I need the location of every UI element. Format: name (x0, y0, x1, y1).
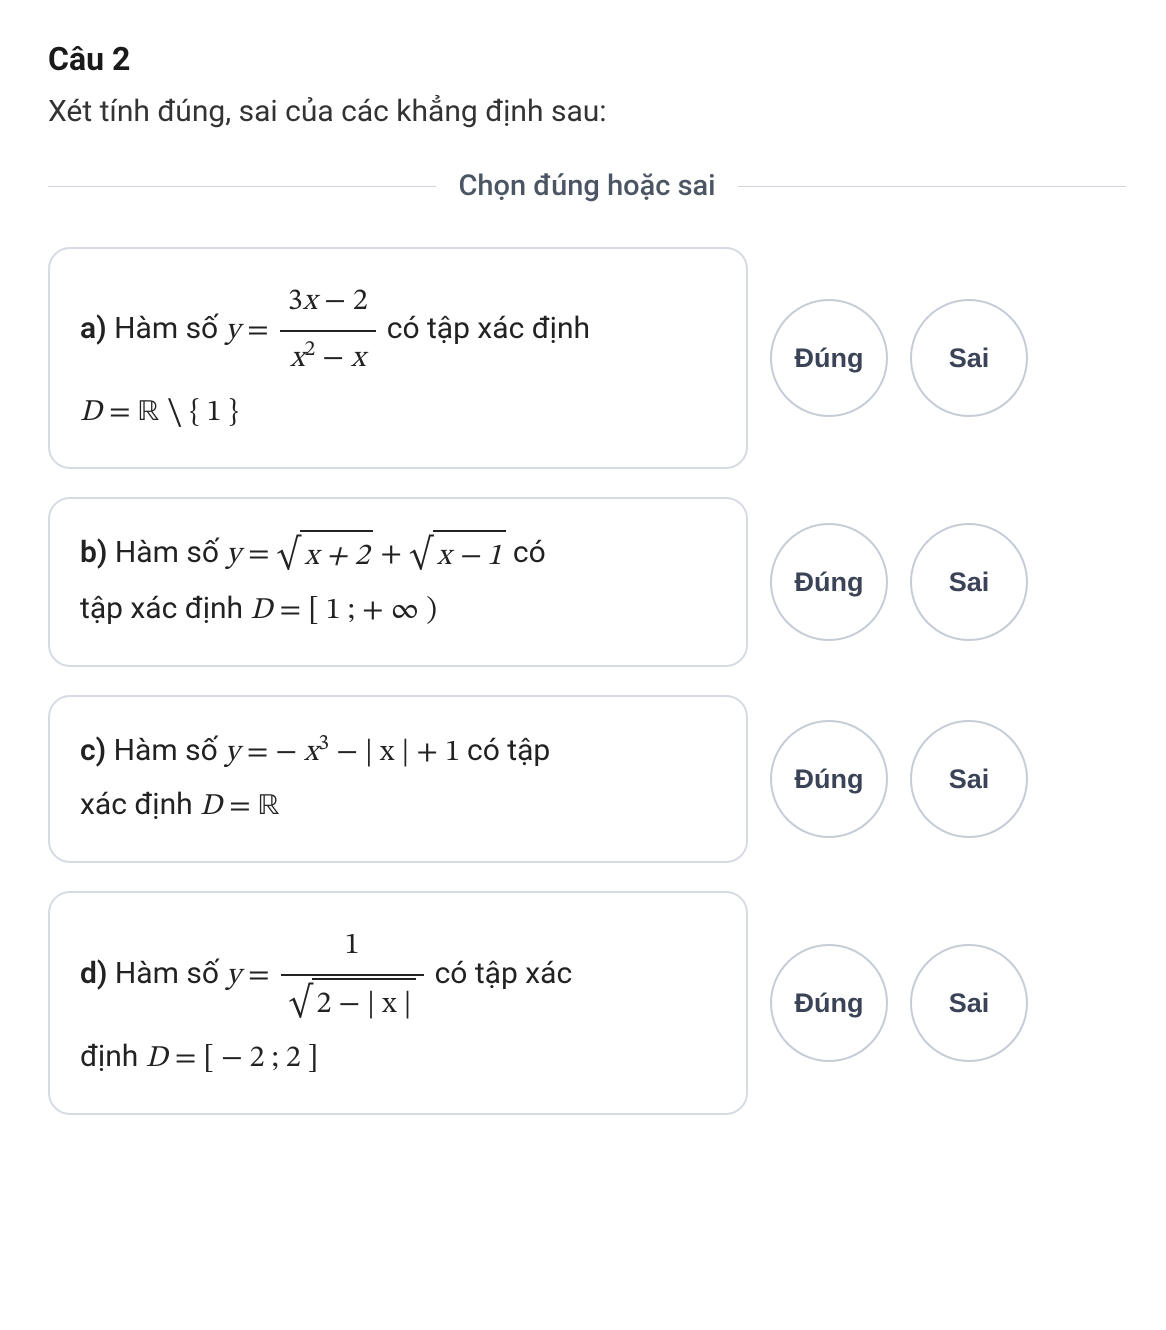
dom-D-d: D (146, 1044, 168, 1074)
question-title: Câu 2 (48, 40, 1126, 78)
plus-b: + (380, 540, 402, 570)
den-x: x (290, 344, 304, 374)
line2-prefix-d: định (80, 1039, 138, 1074)
sqrt1-body-b: x + 2 (304, 542, 369, 572)
line2-prefix-b: tập xác định (80, 591, 243, 626)
text-suffix-d: có tập xác (435, 956, 573, 991)
statement-row-b: b) Hàm số y = √x + 2 + √x − 1 có tập xác… (48, 497, 1126, 667)
section-divider: Chọn đúng hoặc sai (48, 169, 1126, 203)
item-label-a: a) (80, 311, 107, 346)
plus-c: + (416, 738, 438, 768)
false-button-b[interactable]: Sai (910, 523, 1028, 641)
var-y-d: y (226, 961, 241, 991)
dom-D-c: D (200, 792, 222, 822)
domain-b: D = [ 1 ; + ∞ ) (251, 596, 437, 626)
sqrt2-b: √x − 1 (409, 530, 506, 583)
statement-row-c: c) Hàm số y = − x3 − | x | + 1 có tập xá… (48, 695, 1126, 863)
one-c: 1 (445, 738, 460, 768)
math-expr-a: y = 3x − 2 x2 − x (226, 316, 387, 346)
dom-eq-b: = (280, 596, 302, 626)
dom-int-b: [ 1 ; + ∞ ) (308, 596, 437, 626)
den-minus: − (322, 344, 344, 374)
text-prefix-c: Hàm số (114, 733, 218, 768)
neg-c: − (275, 738, 297, 768)
true-button-a[interactable]: Đúng (770, 299, 888, 417)
item-label-b: b) (80, 535, 107, 570)
line2-prefix-c: xác định (80, 787, 193, 822)
dom-R-a: ℝ (138, 398, 160, 428)
question-header: Câu 2 Xét tính đúng, sai của các khẳng đ… (48, 40, 1126, 129)
sqrt-d: √2 − | x | (289, 978, 416, 1031)
dom-eq-a: = (109, 398, 131, 428)
domain-c: D = ℝ (200, 792, 280, 822)
sqrt1-b: √x + 2 (277, 530, 374, 583)
den-exp: 2 (305, 340, 316, 361)
false-button-d[interactable]: Sai (910, 944, 1028, 1062)
sqrt2-body-b: x − 1 (437, 542, 502, 572)
domain-d: D = [ − 2 ; 2 ] (146, 1044, 318, 1074)
statement-row-d: d) Hàm số y = 1 √2 − | x | có tập xác đị… (48, 891, 1126, 1115)
dom-eq-d: = (175, 1044, 197, 1074)
minus-c: − (336, 738, 358, 768)
num-d: 1 (281, 921, 424, 974)
item-label-c: c) (80, 733, 106, 768)
math-expr-d: y = 1 √2 − | x | (226, 961, 434, 991)
num-x: x (303, 287, 317, 317)
eq-d: = (248, 961, 270, 991)
statement-card-b: b) Hàm số y = √x + 2 + √x − 1 có tập xác… (48, 497, 748, 667)
exp-c: 3 (318, 734, 329, 755)
num-minus: − (324, 287, 346, 317)
abs-c: | x | (365, 738, 410, 768)
statement-card-c: c) Hàm số y = − x3 − | x | + 1 có tập xá… (48, 695, 748, 863)
text-suffix-b: có (513, 535, 546, 570)
statement-row-a: a) Hàm số y = 3x − 2 x2 − x có tập xác đ… (48, 247, 1126, 469)
text-prefix-d: Hàm số (115, 956, 219, 991)
dom-D-a: D (80, 398, 102, 428)
divider-line-right (738, 186, 1126, 187)
var-y-b: y (226, 540, 241, 570)
var-y-c: y (225, 738, 240, 768)
text-suffix-c: có tập (467, 733, 550, 768)
fraction-a: 3x − 2 x2 − x (280, 277, 376, 385)
text-prefix-a: Hàm số (114, 311, 218, 346)
divider-line-left (48, 186, 436, 187)
den-inner-d: 2 − | x | (316, 990, 411, 1020)
domain-a: D = ℝ ∖ { 1 } (80, 398, 238, 428)
dom-int-d: [ − 2 ; 2 ] (203, 1044, 318, 1074)
fraction-d: 1 √2 − | x | (281, 921, 424, 1031)
den-x2: x (351, 344, 365, 374)
false-button-c[interactable]: Sai (910, 720, 1028, 838)
math-expr-b: y = √x + 2 + √x − 1 (226, 540, 513, 570)
text-prefix-b: Hàm số (115, 535, 219, 570)
text-mid-a: có tập xác định (387, 311, 590, 346)
dom-D-b: D (251, 596, 273, 626)
dom-R-c: ℝ (258, 792, 280, 822)
dom-sm-a: ∖ (167, 398, 183, 428)
eq-c: = (247, 738, 269, 768)
eq-b: = (248, 540, 270, 570)
false-button-a[interactable]: Sai (910, 299, 1028, 417)
eq-a: = (247, 316, 269, 346)
true-button-c[interactable]: Đúng (770, 720, 888, 838)
num-3: 3 (288, 287, 303, 317)
statement-card-d: d) Hàm số y = 1 √2 − | x | có tập xác đị… (48, 891, 748, 1115)
item-label-d: d) (80, 956, 107, 991)
var-y-a: y (226, 316, 241, 346)
statement-card-a: a) Hàm số y = 3x − 2 x2 − x có tập xác đ… (48, 247, 748, 469)
true-button-d[interactable]: Đúng (770, 944, 888, 1062)
math-expr-c: y = − x3 − | x | + 1 (225, 738, 467, 768)
divider-label: Chọn đúng hoặc sai (436, 169, 737, 203)
dom-eq-c: = (229, 792, 251, 822)
true-button-b[interactable]: Đúng (770, 523, 888, 641)
x-c: x (304, 738, 318, 768)
num-2: 2 (353, 287, 368, 317)
question-prompt: Xét tính đúng, sai của các khẳng định sa… (48, 94, 1126, 129)
dom-set-a: { 1 } (190, 398, 239, 428)
